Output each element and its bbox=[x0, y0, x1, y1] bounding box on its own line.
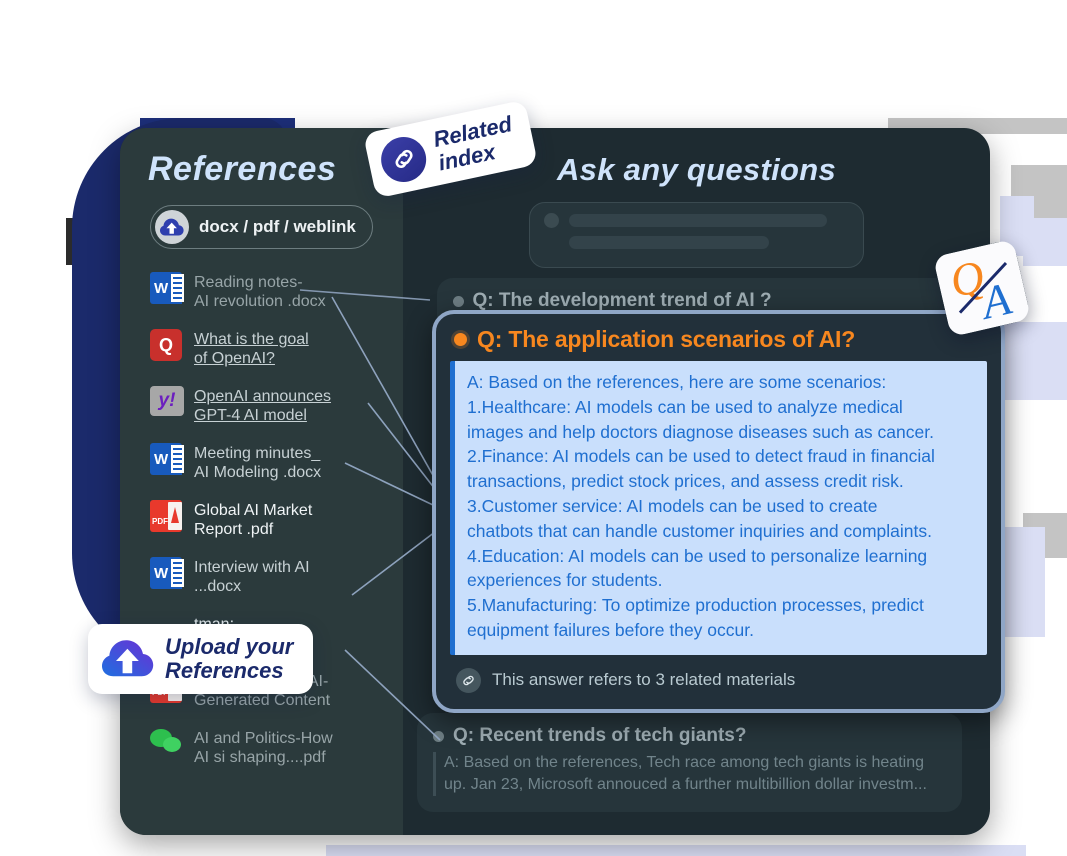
question-header: Q: Recent trends of tech giants? bbox=[433, 725, 946, 747]
cloud-upload-icon bbox=[155, 210, 189, 244]
deco-block-lavender-4 bbox=[1000, 527, 1045, 637]
deco-block-lavender-3 bbox=[1000, 322, 1067, 400]
yahoo-icon: y! bbox=[150, 386, 184, 420]
related-materials-note[interactable]: This answer refers to 3 related material… bbox=[456, 667, 987, 693]
list-item-label: Meeting minutes_ AI Modeling .docx bbox=[194, 445, 322, 481]
list-item[interactable]: W Reading notes- AI revolution .docx bbox=[120, 263, 403, 320]
bullet-icon bbox=[452, 295, 464, 307]
upload-type-chip-label: docx / pdf / weblink bbox=[199, 217, 356, 236]
references-panel: References docx / pdf / weblink W Readin… bbox=[120, 128, 403, 835]
active-bullet-icon bbox=[454, 333, 467, 346]
upload-references-badge[interactable]: Upload your References bbox=[88, 624, 314, 694]
answer-body: A: Based on the references, here are som… bbox=[450, 361, 987, 655]
skeleton-bar bbox=[569, 214, 827, 227]
next-question-card[interactable]: Q: Recent trends of tech giants? A: Base… bbox=[417, 713, 962, 812]
word-doc-icon: W bbox=[150, 272, 184, 306]
question-text: Q: The development trend of AI ? bbox=[472, 290, 772, 311]
word-doc-icon: W bbox=[150, 443, 184, 477]
wechat-icon bbox=[150, 728, 184, 762]
cloud-upload-icon bbox=[102, 639, 154, 679]
list-item[interactable]: AI and Politics-How AI si shaping....pdf bbox=[120, 719, 403, 776]
active-question-text: Q: The application scenarios of AI? bbox=[477, 326, 856, 352]
list-item[interactable]: W Meeting minutes_ AI Modeling .docx bbox=[120, 434, 403, 491]
upload-type-chip[interactable]: docx / pdf / weblink bbox=[150, 205, 373, 249]
question-text: Q: Recent trends of tech giants? bbox=[453, 725, 747, 746]
list-item-label: Global AI Market Report .pdf bbox=[194, 502, 313, 538]
list-item-label: Reading notes- AI revolution .docx bbox=[194, 274, 326, 310]
link-chain-icon bbox=[456, 667, 481, 693]
skeleton-bar bbox=[569, 236, 769, 249]
related-index-label: Related index bbox=[431, 111, 515, 176]
list-item-label: OpenAI announces GPT-4 AI model bbox=[194, 388, 331, 424]
skeleton-dot bbox=[544, 213, 559, 228]
bullet-icon bbox=[433, 730, 444, 742]
question-header: Q: The development trend of AI ? bbox=[452, 290, 941, 312]
quip-q-icon: Q bbox=[150, 329, 184, 363]
answer-preview: A: Based on the references, Tech race am… bbox=[433, 752, 946, 796]
active-answer-card[interactable]: Q: The application scenarios of AI? A: B… bbox=[432, 310, 1005, 713]
screenshot-stage: References docx / pdf / weblink W Readin… bbox=[0, 0, 1067, 856]
references-title: References bbox=[148, 150, 337, 188]
related-materials-text: This answer refers to 3 related material… bbox=[492, 670, 796, 690]
list-item[interactable]: W Interview with AI ...docx bbox=[120, 548, 403, 605]
reference-list: W Reading notes- AI revolution .docx Q Wh… bbox=[120, 263, 403, 776]
answer-text: A: Based on the references, here are som… bbox=[467, 372, 935, 640]
deco-strip-bottom bbox=[326, 845, 1026, 856]
active-question-header: Q: The application scenarios of AI? bbox=[454, 326, 987, 353]
list-item-label: Interview with AI ...docx bbox=[194, 559, 310, 595]
list-item[interactable]: Q What is the goal of OpenAI? bbox=[120, 320, 403, 377]
list-item[interactable]: y! OpenAI announces GPT-4 AI model bbox=[120, 377, 403, 434]
upload-references-label: Upload your References bbox=[165, 634, 294, 683]
list-item-label: What is the goal of OpenAI? bbox=[194, 331, 309, 367]
pdf-doc-icon: PDF bbox=[150, 500, 184, 534]
search-input[interactable] bbox=[529, 202, 864, 268]
link-chain-icon bbox=[376, 132, 431, 186]
list-item-label: AI and Politics-How AI si shaping....pdf bbox=[194, 730, 333, 766]
word-doc-icon: W bbox=[150, 557, 184, 591]
list-item[interactable]: PDF Global AI Market Report .pdf bbox=[120, 491, 403, 548]
